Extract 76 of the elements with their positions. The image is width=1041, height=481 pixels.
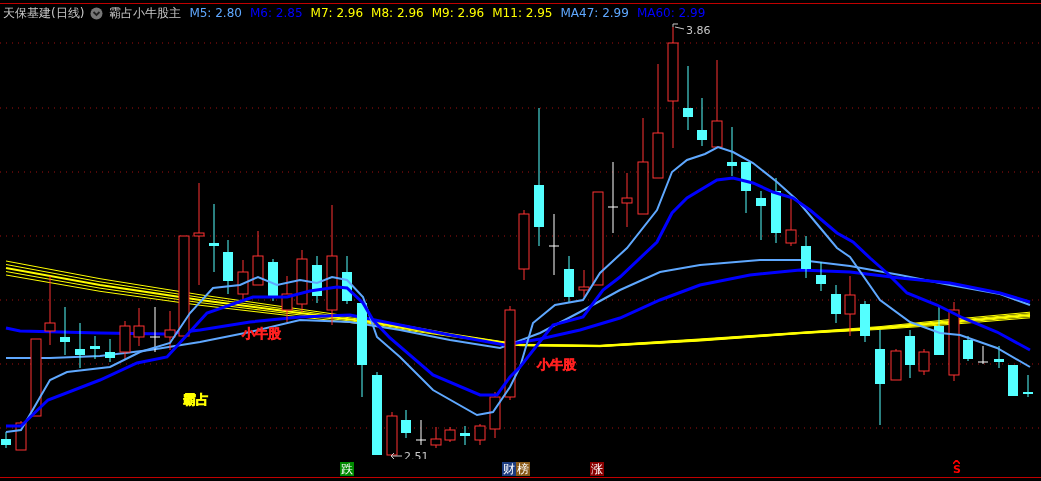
candlestick [683, 65, 693, 131]
candlestick [252, 230, 264, 286]
candlestick [430, 426, 442, 449]
candlestick [164, 310, 176, 351]
candlestick [415, 419, 427, 446]
candlestick [209, 203, 219, 273]
candlestick [785, 197, 797, 247]
candlestick [474, 423, 486, 446]
candlestick [518, 209, 530, 281]
candlestick [489, 391, 501, 439]
candlestick [105, 338, 115, 363]
candlestick [460, 425, 470, 446]
indicator-value: M8: 2.96 [371, 6, 424, 20]
caret-up-icon [953, 460, 961, 464]
candlestick [697, 97, 707, 147]
indicator-value: MA60: 2.99 [636, 6, 706, 20]
indicator-value: MA47: 2.99 [560, 6, 629, 20]
candlestick [386, 411, 398, 456]
candlestick [548, 213, 560, 276]
candlestick [237, 259, 249, 301]
candlestick [342, 255, 352, 305]
candlestick [844, 275, 856, 337]
candlestick [621, 172, 633, 228]
candlestick [1008, 364, 1018, 397]
leader-line [390, 452, 403, 459]
candlestick [268, 258, 278, 302]
indicator-value: M7: 2.96 [310, 6, 364, 20]
candlestick [977, 345, 989, 365]
candlestick [963, 335, 973, 362]
candlestick [890, 348, 902, 381]
leader-line [672, 23, 685, 30]
chevron-down-icon[interactable] [90, 6, 104, 20]
candlestick [860, 300, 870, 343]
candlestick [934, 306, 944, 356]
event-tag[interactable]: 跌 [340, 462, 354, 476]
candlestick [312, 255, 322, 304]
indicator-value: M11: 2.95 [492, 6, 553, 20]
candlestick [727, 126, 737, 177]
candlestick [75, 322, 85, 369]
candlestick [831, 284, 841, 324]
candlestick [149, 306, 161, 353]
candlestick [90, 335, 100, 360]
indicator-value: M6: 2.85 [249, 6, 303, 20]
candlestick [1, 431, 11, 449]
candlestick [918, 348, 930, 376]
candlestick [741, 161, 751, 214]
candlestick [44, 275, 56, 346]
price-label: 3.86 [686, 24, 711, 37]
event-tag[interactable]: 财 [502, 462, 516, 476]
indicator-value: M9: 2.96 [431, 6, 485, 20]
chart-label: 霸占 [183, 392, 209, 407]
sell-signal[interactable]: S [953, 464, 961, 475]
candlestick [994, 345, 1004, 369]
formula-name[interactable]: 霸占小牛股主 [109, 4, 182, 22]
chart-title: 天保基建(日线) [3, 4, 85, 22]
candlestick [119, 320, 131, 361]
candlestick [444, 426, 456, 443]
event-tag[interactable]: 涨 [590, 462, 604, 476]
candlestick [771, 177, 781, 244]
candlestick [223, 239, 233, 295]
candlestick [816, 261, 826, 292]
candlestick [564, 255, 574, 304]
candlestick [133, 307, 145, 347]
candlestick [1023, 374, 1033, 398]
candlestick [578, 269, 590, 298]
candlestick [905, 329, 915, 379]
candlestick [15, 420, 27, 451]
candlestick [60, 306, 70, 356]
chart-label: 小牛股 [537, 357, 576, 372]
candlestick [281, 275, 293, 323]
candlestick [756, 190, 766, 241]
candlestick [401, 409, 411, 439]
indicator-value: M5: 2.80 [189, 6, 242, 20]
candlestick [296, 249, 308, 313]
candlestick [801, 235, 811, 279]
event-tag[interactable]: 榜 [516, 462, 530, 476]
